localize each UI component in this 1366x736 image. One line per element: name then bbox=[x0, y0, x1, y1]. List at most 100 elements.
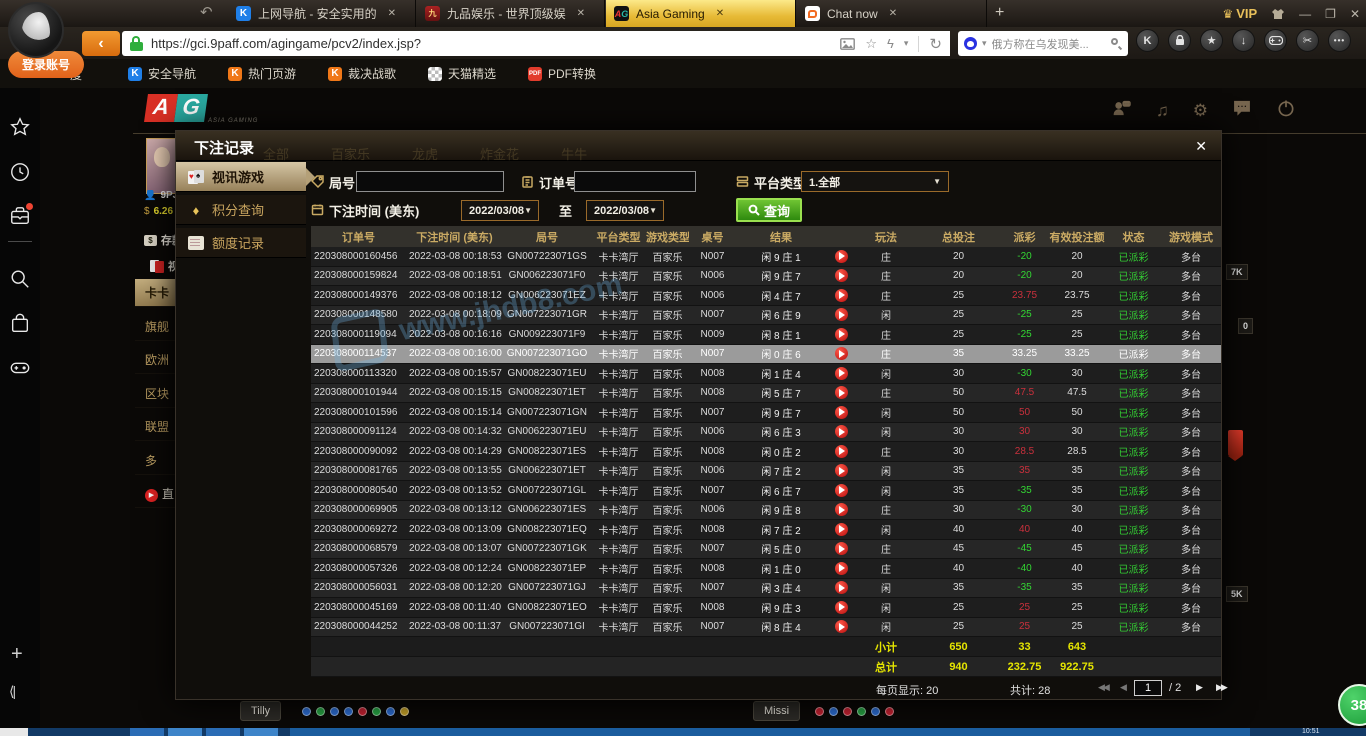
play-button[interactable] bbox=[826, 425, 856, 438]
more-tools-button[interactable]: ••• bbox=[1328, 29, 1351, 52]
inbox-icon[interactable] bbox=[9, 205, 31, 227]
customer-service-icon[interactable] bbox=[1112, 98, 1132, 123]
download-button[interactable]: ↓ bbox=[1232, 29, 1255, 52]
games-button[interactable] bbox=[1264, 29, 1287, 52]
taskbar-item[interactable] bbox=[206, 728, 240, 736]
history-clock-icon[interactable] bbox=[9, 161, 31, 183]
search-hotword[interactable]: 俄方称在乌发现美... bbox=[992, 36, 1106, 52]
last-page-button[interactable]: ▶▶ bbox=[1216, 682, 1226, 693]
favorites-star-icon[interactable] bbox=[9, 116, 31, 138]
browser-tab-jiupin[interactable]: 九 九品娱乐 - 世界顶级娱 ✕ bbox=[417, 0, 605, 27]
play-button[interactable] bbox=[826, 289, 856, 302]
play-button[interactable] bbox=[826, 347, 856, 360]
image-mode-icon[interactable] bbox=[840, 38, 855, 50]
table-row[interactable]: 2203080000451692022-03-08 00:11:40GN0082… bbox=[311, 598, 1221, 618]
bookmark-item[interactable]: 天猫精选 bbox=[428, 65, 496, 82]
date-from-select[interactable]: 2022/03/08▼ bbox=[461, 200, 539, 221]
taskbar-item[interactable] bbox=[168, 728, 202, 736]
taskbar-items-strip[interactable] bbox=[290, 728, 1250, 736]
tab-credit-records[interactable]: 额度记录 bbox=[176, 228, 306, 258]
next-page-button[interactable]: ▶ bbox=[1196, 682, 1201, 693]
play-button[interactable] bbox=[826, 562, 856, 575]
taskbar-item[interactable] bbox=[244, 728, 278, 736]
refresh-icon[interactable]: ↻ bbox=[929, 35, 942, 53]
table-row[interactable]: 2203080000900922022-03-08 00:14:29GN0082… bbox=[311, 442, 1221, 462]
site-logo[interactable]: A G bbox=[146, 94, 206, 122]
bookmark-item[interactable]: PDF PDF转换 bbox=[528, 65, 596, 82]
scissors-button[interactable]: ✂ bbox=[1296, 29, 1319, 52]
boost-icon[interactable]: ϟ bbox=[887, 36, 894, 51]
close-dialog-icon[interactable]: ✕ bbox=[1195, 138, 1207, 155]
music-icon[interactable]: ♫ bbox=[1156, 101, 1169, 121]
play-button[interactable] bbox=[826, 581, 856, 594]
table-row[interactable]: 2203080000817652022-03-08 00:13:55GN0062… bbox=[311, 462, 1221, 482]
dragon-ribbon-icon[interactable] bbox=[1228, 430, 1243, 456]
play-button[interactable] bbox=[826, 503, 856, 516]
tab-close-icon[interactable]: ✕ bbox=[388, 8, 396, 19]
table-row[interactable]: 2203080000573262022-03-08 00:12:24GN0082… bbox=[311, 559, 1221, 579]
tab-video-games[interactable]: 视讯游戏 bbox=[176, 162, 306, 192]
caret-down-icon[interactable]: ▾ bbox=[982, 38, 987, 49]
play-button[interactable] bbox=[826, 484, 856, 497]
search-box[interactable]: ▾ 俄方称在乌发现美... bbox=[958, 31, 1128, 56]
favorites-button[interactable]: ★ bbox=[1200, 29, 1223, 52]
browser-tab-chat[interactable]: Chat now ✕ bbox=[797, 0, 987, 27]
url-text[interactable]: https://gci.9paff.com/agingame/pcv2/inde… bbox=[151, 36, 832, 51]
play-button[interactable] bbox=[826, 542, 856, 555]
taskbar-item[interactable] bbox=[130, 728, 164, 736]
chat-dots-icon[interactable] bbox=[1232, 98, 1252, 123]
table-row[interactable]: 2203080001604562022-03-08 00:18:53GN0072… bbox=[311, 247, 1221, 267]
play-button[interactable] bbox=[826, 620, 856, 633]
tab-close-icon[interactable]: ✕ bbox=[889, 8, 897, 19]
query-button[interactable]: 查询 bbox=[736, 198, 802, 222]
play-button[interactable] bbox=[826, 328, 856, 341]
table-row[interactable]: 2203080000692722022-03-08 00:13:09GN0082… bbox=[311, 520, 1221, 540]
new-tab-button[interactable]: + bbox=[995, 4, 1004, 22]
browser-logo[interactable] bbox=[8, 2, 64, 58]
table-row[interactable]: 2203080000911242022-03-08 00:14:32GN0062… bbox=[311, 423, 1221, 443]
table-row[interactable]: 2203080001485802022-03-08 00:18:09GN0072… bbox=[311, 306, 1221, 326]
table-row[interactable]: 2203080001598242022-03-08 00:18:51GN0062… bbox=[311, 267, 1221, 287]
caret-down-icon[interactable]: ▾ bbox=[904, 38, 909, 49]
table-row[interactable]: 2203080001019442022-03-08 00:15:15GN0082… bbox=[311, 384, 1221, 404]
current-page-input[interactable]: 1 bbox=[1134, 680, 1162, 696]
play-button[interactable] bbox=[826, 367, 856, 380]
table-name-tag[interactable]: Missi bbox=[753, 701, 800, 721]
browser-tab-nav[interactable]: K 上网导航 - 安全实用的 ✕ bbox=[228, 0, 416, 27]
bookmark-item[interactable]: K 裁决战歌 bbox=[328, 65, 396, 82]
play-button[interactable] bbox=[826, 523, 856, 536]
table-row[interactable]: 2203080000560312022-03-08 00:12:20GN0072… bbox=[311, 579, 1221, 599]
table-row[interactable]: 2203080001493762022-03-08 00:18:12GN0062… bbox=[311, 286, 1221, 306]
bookmark-item[interactable]: K 安全导航 bbox=[128, 65, 196, 82]
tab-points-query[interactable]: ♦ 积分查询 bbox=[176, 195, 306, 225]
prev-page-button[interactable]: ◀ bbox=[1120, 682, 1125, 693]
gamepad-icon[interactable] bbox=[9, 356, 31, 378]
table-row[interactable]: 2203080000805402022-03-08 00:13:52GN0072… bbox=[311, 481, 1221, 501]
play-button[interactable] bbox=[826, 269, 856, 282]
order-number-input[interactable] bbox=[574, 171, 696, 192]
platform-type-select[interactable]: 1.全部▼ bbox=[801, 171, 949, 192]
search-side-icon[interactable] bbox=[9, 268, 31, 290]
edge-counter-badge[interactable]: 0 bbox=[1238, 318, 1253, 334]
table-row[interactable]: 2203080001190942022-03-08 00:16:16GN0092… bbox=[311, 325, 1221, 345]
round-number-input[interactable] bbox=[356, 171, 504, 192]
collapse-panel-icon[interactable]: ⟨| bbox=[9, 683, 14, 700]
table-row[interactable]: 2203080000699052022-03-08 00:13:12GN0062… bbox=[311, 501, 1221, 521]
search-icon[interactable] bbox=[1111, 38, 1122, 49]
k-account-button[interactable]: K bbox=[1136, 29, 1159, 52]
table-row[interactable]: 2203080001015962022-03-08 00:15:14GN0072… bbox=[311, 403, 1221, 423]
play-button[interactable] bbox=[826, 406, 856, 419]
play-button[interactable] bbox=[826, 464, 856, 477]
restore-button[interactable]: ❐ bbox=[1325, 7, 1336, 21]
first-page-button[interactable]: ◀◀ bbox=[1098, 682, 1108, 693]
date-to-select[interactable]: 2022/03/08▼ bbox=[586, 200, 664, 221]
lock-button[interactable] bbox=[1168, 29, 1191, 52]
windows-taskbar[interactable]: 10:51 bbox=[0, 728, 1366, 736]
vip-button[interactable]: ♛VIP bbox=[1222, 6, 1257, 21]
table-name-tag[interactable]: Tilly bbox=[240, 701, 281, 721]
minimize-button[interactable]: — bbox=[1299, 7, 1311, 21]
play-button[interactable] bbox=[826, 386, 856, 399]
tab-close-icon[interactable]: ✕ bbox=[716, 8, 724, 19]
add-favorite-icon[interactable]: ☆ bbox=[865, 36, 877, 52]
notification-count-badge[interactable]: 38 bbox=[1338, 684, 1366, 726]
